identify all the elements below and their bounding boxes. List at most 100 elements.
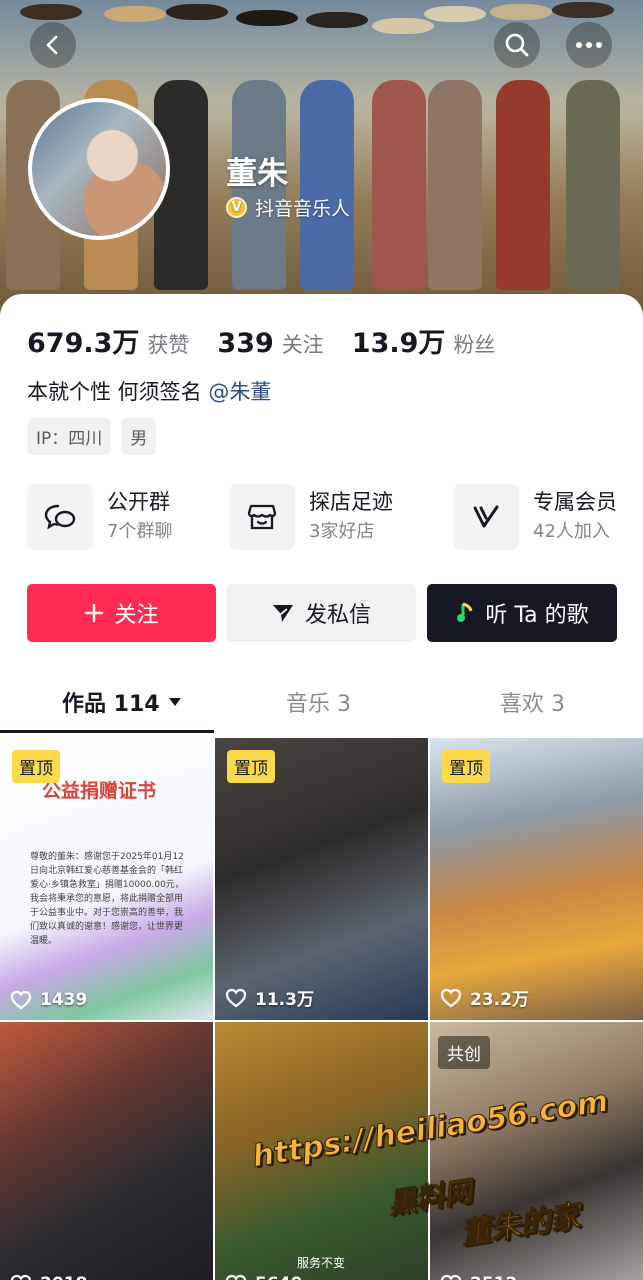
gender-tag: 男: [121, 418, 157, 455]
listen-song-button[interactable]: 听 Ta 的歌: [427, 584, 617, 642]
tab-label: 音乐 3: [286, 692, 351, 717]
heart-icon: [10, 1274, 32, 1280]
stat-followers[interactable]: 13.9万 粉丝: [352, 321, 496, 360]
tab-likes[interactable]: 喜欢 3: [500, 686, 565, 718]
stat-number: 339: [217, 328, 274, 359]
feature-icon-box: [27, 484, 93, 550]
video-likes: 5640: [225, 1274, 302, 1280]
tab-music[interactable]: 音乐 3: [286, 686, 351, 718]
stat-number: 679.3万: [27, 328, 140, 359]
feature-icon-box: [229, 484, 295, 550]
video-caption: 服务不变: [297, 1256, 346, 1270]
feature-membership[interactable]: 专属会员 42人加入: [453, 484, 617, 550]
feature-subtitle: 3家好店: [309, 521, 375, 542]
video-likes: 11.3万: [225, 985, 314, 1010]
tags-row: IP：四川 男: [27, 418, 157, 455]
stats-row: 679.3万 获赞 339 关注 13.9万 粉丝: [27, 321, 523, 360]
banner-hat: [20, 4, 82, 20]
banner-hat: [236, 10, 298, 26]
bio-mention-link[interactable]: @朱董: [208, 380, 271, 404]
tab-label: 喜欢 3: [500, 692, 565, 717]
more-button[interactable]: [566, 22, 612, 68]
tab-active-indicator: [0, 730, 214, 733]
verify-badge: V 抖音音乐人: [226, 194, 350, 221]
feature-title: 公开群: [107, 490, 170, 514]
likes-count: 5640: [255, 1274, 302, 1280]
stat-label: 粉丝: [453, 333, 496, 357]
stat-number: 13.9万: [351, 328, 446, 359]
content-tabs: 作品 114 音乐 3 喜欢 3: [0, 674, 643, 734]
feature-title: 专属会员: [533, 490, 617, 514]
feature-public-group[interactable]: 公开群 7个群聊: [27, 484, 172, 550]
banner-hat: [306, 12, 368, 28]
search-icon: [505, 33, 529, 57]
send-icon: [272, 605, 293, 622]
banner-hat: [552, 2, 614, 18]
caret-down-icon: [168, 698, 181, 706]
banner-hat: [490, 4, 552, 20]
chevron-left-icon: [46, 35, 58, 55]
tab-works[interactable]: 作品 114: [62, 686, 182, 718]
feature-store-visits[interactable]: 探店足迹 3家好店: [229, 484, 393, 550]
co-create-badge: 共创: [438, 1036, 490, 1069]
follow-button[interactable]: 关注: [27, 584, 216, 642]
bio-text: 本就个性 何须签名: [27, 380, 202, 404]
video-item[interactable]: 置顶 11.3万: [215, 738, 428, 1020]
video-body-text: 尊敬的董朱：感谢您于2025年01月12日向北京韩红爱心慈善基金会的「韩红爱心·…: [30, 852, 184, 946]
heart-icon: [10, 990, 32, 1010]
likes-count: 2018: [40, 1274, 87, 1280]
banner-figure: [566, 80, 620, 290]
tab-label: 作品 114: [62, 692, 160, 717]
profile-banner: 董朱 V 抖音音乐人: [0, 0, 643, 330]
back-button[interactable]: [30, 22, 76, 68]
verified-v-icon: V: [226, 197, 247, 218]
message-button[interactable]: 发私信: [226, 584, 416, 642]
v-member-icon: [473, 505, 499, 528]
banner-figure: [496, 80, 550, 290]
banner-hat: [104, 6, 166, 22]
video-likes: 2018: [10, 1274, 87, 1280]
feature-subtitle: 7个群聊: [107, 521, 173, 542]
music-note-icon: [457, 602, 473, 622]
message-label: 发私信: [304, 603, 371, 628]
feature-subtitle: 42人加入: [533, 521, 610, 542]
video-item[interactable]: 公益捐赠证书 尊敬的董朱：感谢您于2025年01月12日向北京韩红爱心慈善基金会…: [0, 738, 213, 1020]
video-likes: 2512: [440, 1274, 517, 1280]
feature-title: 探店足迹: [309, 490, 393, 514]
stat-likes[interactable]: 679.3万 获赞: [27, 321, 189, 360]
avatar[interactable]: [28, 98, 170, 240]
search-button[interactable]: [494, 22, 540, 68]
heart-icon: [440, 988, 462, 1007]
heart-icon: [440, 1274, 462, 1280]
stat-following[interactable]: 339 关注: [217, 328, 323, 359]
banner-hat: [372, 18, 434, 34]
bio: 本就个性 何须签名 @朱董: [27, 376, 271, 406]
banner-hat: [424, 6, 486, 22]
chat-bubbles-icon: [44, 504, 76, 530]
feature-icon-box: [453, 484, 519, 550]
likes-count: 23.2万: [470, 990, 529, 1010]
banner-hat: [166, 4, 228, 20]
listen-song-label: 听 Ta 的歌: [485, 603, 589, 628]
video-item[interactable]: 2018: [0, 1022, 213, 1280]
banner-figure: [372, 80, 426, 290]
likes-count: 1439: [40, 990, 88, 1010]
features-row: 公开群 7个群聊 探店足迹 3家好店 专属会员 42人加入: [27, 484, 627, 552]
stat-label: 关注: [281, 333, 324, 357]
plus-icon: [85, 603, 104, 623]
stat-label: 获赞: [147, 333, 190, 357]
ip-location-tag: IP：四川: [27, 418, 112, 455]
video-item[interactable]: 置顶 23.2万: [430, 738, 643, 1020]
verify-label: 抖音音乐人: [255, 198, 351, 220]
video-likes: 1439: [10, 990, 87, 1010]
banner-figure: [428, 80, 482, 290]
more-dots-icon: [576, 42, 602, 48]
heart-icon: [225, 988, 247, 1007]
heart-icon: [225, 1274, 247, 1280]
action-buttons: 关注 发私信 听 Ta 的歌: [27, 584, 617, 642]
likes-count: 11.3万: [255, 990, 314, 1010]
pinned-badge: 置顶: [442, 750, 490, 783]
pinned-badge: 置顶: [12, 750, 60, 783]
follow-label: 关注: [114, 603, 159, 628]
likes-count: 2512: [470, 1274, 517, 1280]
